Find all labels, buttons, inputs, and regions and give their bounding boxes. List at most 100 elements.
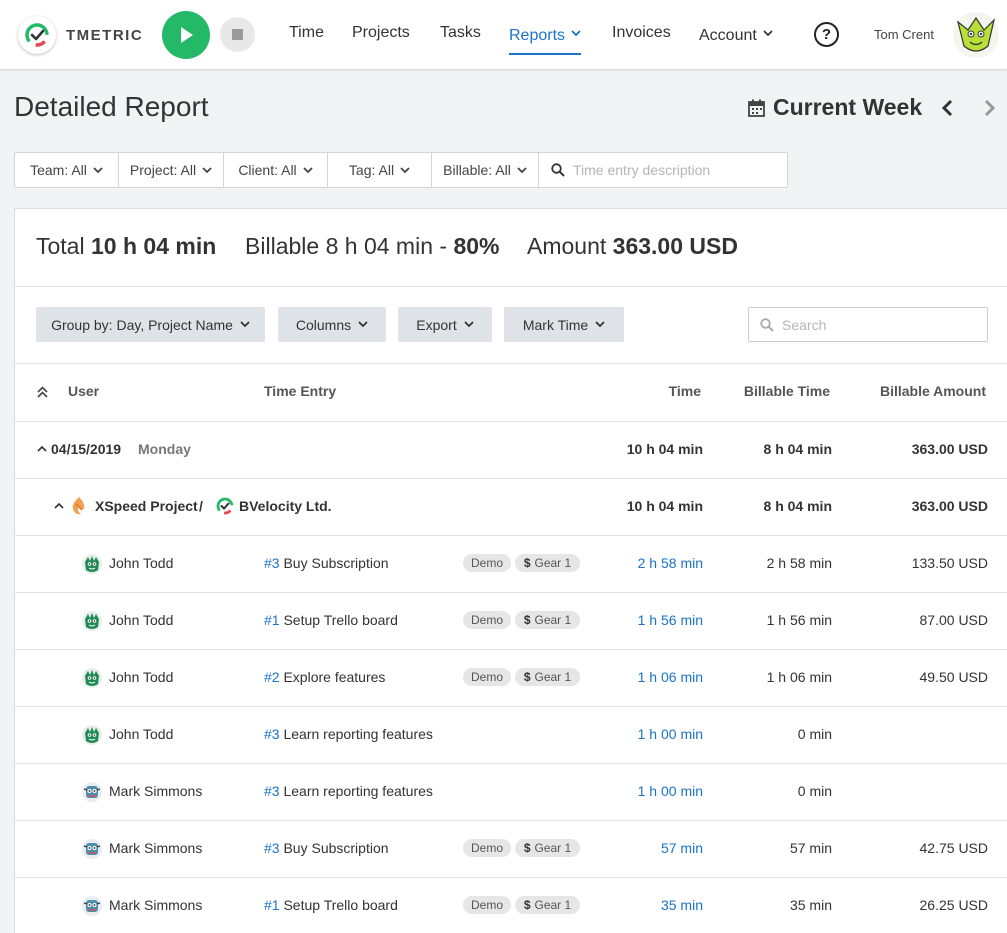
day-date: 04/15/2019 [51,441,122,457]
row-time-entry[interactable]: #3 Learn reporting features [264,783,433,799]
nav-invoices[interactable]: Invoices [612,24,671,42]
tag-badge[interactable]: $ Gear 1 [515,554,580,572]
task-description: Buy Subscription [283,555,389,571]
table-row[interactable]: John Todd #3 Buy Subscription Demo $ Gear 12… [15,535,1007,592]
column-header-user[interactable]: User [68,383,99,399]
user-avatar[interactable] [952,10,1000,60]
project-name: XSpeed Project [95,498,198,514]
filter-tag[interactable]: Tag: All [328,153,432,187]
dollar-icon: $ [523,613,531,627]
task-id-link[interactable]: #3 [264,555,280,571]
tag-badge[interactable]: $ Gear 1 [515,611,580,629]
tag-badge[interactable]: Demo [463,554,511,572]
dollar-icon: $ [523,670,531,684]
row-time[interactable]: 1 h 06 min [638,669,703,685]
top-navbar: TMETRIC Time Projects Tasks Reports Invo… [0,0,1007,70]
tag-badge[interactable]: Demo [463,611,511,629]
task-description: Learn reporting features [283,783,433,799]
row-time[interactable]: 35 min [661,897,703,913]
filter-project[interactable]: Project: All [119,153,224,187]
task-id-link[interactable]: #3 [264,783,280,799]
chevron-down-icon [517,166,527,173]
period-selector[interactable]: Current Week [748,94,922,121]
report-search-input[interactable]: Search [748,307,988,342]
filter-bar: Team: All Project: All Client: All Tag: … [14,152,788,188]
row-time-entry[interactable]: #1 Setup Trello board [264,897,398,913]
description-search-input[interactable]: Time entry description [539,153,787,187]
tag-badge[interactable]: Demo [463,668,511,686]
tag-badge[interactable]: $ Gear 1 [515,668,580,686]
row-time-entry[interactable]: #3 Learn reporting features [264,726,433,742]
export-button[interactable]: Export [398,307,492,342]
nav-time[interactable]: Time [289,24,324,42]
row-time[interactable]: 1 h 56 min [638,612,703,628]
table-row[interactable]: John Todd #1 Setup Trello board Demo $ Gear … [15,592,1007,649]
task-id-link[interactable]: #1 [264,897,280,913]
column-header-billable-amount[interactable]: Billable Amount [880,383,986,399]
table-row[interactable]: John Todd #3 Learn reporting features 1 h … [15,706,1007,763]
next-period-icon[interactable] [983,99,997,117]
row-time-entry[interactable]: #3 Buy Subscription [264,840,389,856]
task-id-link[interactable]: #2 [264,669,280,685]
divider [15,286,1007,287]
column-header-time[interactable]: Time [669,383,701,399]
stop-timer-button[interactable] [220,17,255,52]
previous-period-icon[interactable] [940,99,954,117]
help-icon[interactable]: ? [814,22,839,47]
tag-badge-label: Gear 1 [534,898,572,912]
collapse-all-icon[interactable] [37,386,48,398]
task-id-link[interactable]: #3 [264,726,280,742]
tag-badge[interactable]: $ Gear 1 [515,839,580,857]
row-time[interactable]: 57 min [661,840,703,856]
chevron-up-icon [54,502,64,509]
task-id-link[interactable]: #1 [264,612,280,628]
tag-badge[interactable]: Demo [463,839,511,857]
mark-time-button[interactable]: Mark Time [504,307,624,342]
tag-badge[interactable]: $ Gear 1 [515,896,580,914]
app-logo[interactable]: TMETRIC [18,16,143,54]
table-row[interactable]: John Todd #2 Explore features Demo $ Gear 11… [15,649,1007,706]
row-time-entry[interactable]: #3 Buy Subscription [264,555,389,571]
columns-button[interactable]: Columns [278,307,386,342]
tag-badge[interactable]: Demo [463,896,511,914]
user-avatar [82,782,102,802]
task-id-link[interactable]: #3 [264,840,280,856]
row-time-entry[interactable]: #2 Explore features [264,669,385,685]
project-group-row[interactable]: XSpeed Project / BVelocity Ltd. 10 h 04 … [15,478,1007,535]
row-time-entry[interactable]: #1 Setup Trello board [264,612,398,628]
table-row[interactable]: Mark Simmons #3 Learn reporting features 1… [15,763,1007,820]
current-user-name[interactable]: Tom Crent [874,27,934,42]
filter-billable[interactable]: Billable: All [432,153,539,187]
mark-time-label: Mark Time [522,316,589,333]
row-time[interactable]: 1 h 00 min [638,726,703,742]
brand-name: TMETRIC [66,26,144,44]
row-time[interactable]: 2 h 58 min [638,555,703,571]
project-amount: 363.00 USD [911,498,988,514]
filter-tag-label: Tag: All [348,162,395,178]
nav-projects[interactable]: Projects [352,24,410,42]
filter-client[interactable]: Client: All [224,153,328,187]
chevron-down-icon [202,166,212,173]
group-by-button[interactable]: Group by: Day, Project Name [36,307,265,342]
report-summary: Total 10 h 04 min Billable 8 h 04 min - … [36,233,738,260]
page-title: Detailed Report [14,91,209,122]
row-billable-amount: 87.00 USD [919,612,988,628]
column-header-time-entry[interactable]: Time Entry [264,383,336,399]
task-description: Learn reporting features [283,726,433,742]
row-time[interactable]: 1 h 00 min [638,783,703,799]
nav-account[interactable]: Account [699,24,773,45]
row-billable-time: 2 h 58 min [766,555,832,571]
table-row[interactable]: Mark Simmons #1 Setup Trello board Demo $ Ge… [15,877,1007,933]
filter-team[interactable]: Team: All [15,153,119,187]
amount-label: Amount [527,233,607,259]
column-header-billable-time[interactable]: Billable Time [744,383,830,399]
table-row[interactable]: Mark Simmons #3 Buy Subscription Demo $ Gear… [15,820,1007,877]
start-timer-button[interactable] [162,11,210,59]
chevron-down-icon [240,321,250,328]
day-group-row[interactable]: 04/15/2019 Monday 10 h 04 min 8 h 04 min… [15,421,1007,478]
filter-team-label: Team: All [30,162,87,178]
nav-tasks[interactable]: Tasks [440,24,481,42]
chevron-down-icon [358,321,368,328]
amount-value: 363.00 USD [612,233,738,259]
nav-reports[interactable]: Reports [509,24,582,55]
